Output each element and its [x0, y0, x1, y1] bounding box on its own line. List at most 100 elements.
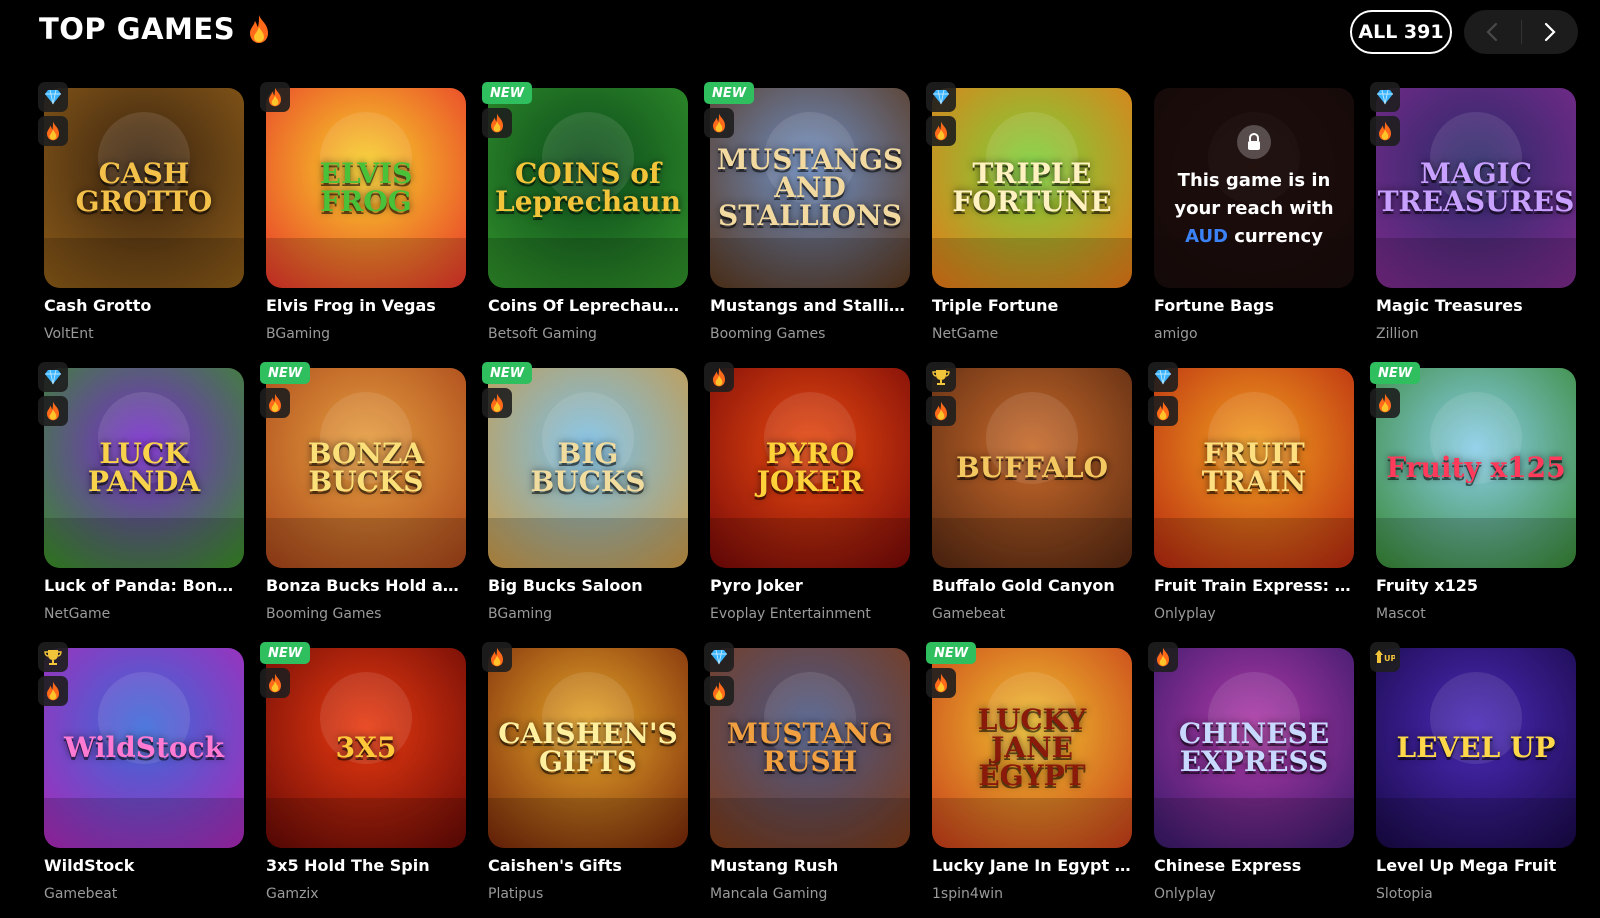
- game-card[interactable]: PYRO JOKER Pyro Joker Evoplay Entertainmen…: [704, 362, 910, 626]
- game-provider: Mancala Gaming: [710, 886, 828, 902]
- game-card[interactable]: TRIPLE FORTUNE Triple Fortune NetGame: [926, 82, 1132, 346]
- game-card[interactable]: BIG BUCKS NEW Big Bucks Saloon BGaming: [482, 362, 688, 626]
- game-card[interactable]: MUSTANGS AND STALLIONS NEW Mustangs and St…: [704, 82, 910, 346]
- chevron-right-icon: [1544, 22, 1556, 42]
- game-title[interactable]: WildStock: [44, 856, 244, 875]
- game-card[interactable]: LUCK PANDA Luck of Panda: Bonus... NetGame: [38, 362, 244, 626]
- all-games-button[interactable]: ALL 391: [1350, 10, 1452, 54]
- game-thumbnail[interactable]: PYRO JOKER: [710, 368, 910, 568]
- fire-icon: [1370, 116, 1400, 146]
- badge-stack: NEW: [260, 362, 311, 418]
- new-badge: NEW: [260, 642, 311, 664]
- game-title[interactable]: Level Up Mega Fruit: [1376, 856, 1576, 875]
- badge-stack: UP: [1370, 642, 1400, 672]
- game-card[interactable]: MAGIC TREASURES Magic Treasures Zillion: [1370, 82, 1576, 346]
- prev-button[interactable]: [1464, 10, 1521, 54]
- game-thumbnail[interactable]: This game is in your reach with AUD curren…: [1154, 88, 1354, 288]
- game-title[interactable]: Chinese Express: [1154, 856, 1354, 875]
- game-thumbnail[interactable]: LUCK PANDA: [44, 368, 244, 568]
- badge-stack: [38, 642, 68, 706]
- game-card[interactable]: LUCKY JANE EGYPT NEW Lucky Jane In Egypt F…: [926, 642, 1132, 906]
- locked-line-2: your reach with: [1174, 198, 1334, 220]
- game-thumbnail[interactable]: LEVEL UP: [1376, 648, 1576, 848]
- game-card[interactable]: COINS of Leprechaun NEW Coins Of Leprechau…: [482, 82, 688, 346]
- game-title[interactable]: Pyro Joker: [710, 576, 910, 595]
- game-card[interactable]: FRUIT TRAIN Fruit Train Express: H... Only…: [1148, 362, 1354, 626]
- game-logo-art: ELVIS FROG: [319, 157, 413, 218]
- game-provider: Betsoft Gaming: [488, 326, 597, 342]
- game-title[interactable]: Lucky Jane In Egypt F...: [932, 856, 1132, 875]
- game-card[interactable]: CAISHEN'S GIFTS Caishen's Gifts Platipus: [482, 642, 688, 906]
- game-thumbnail[interactable]: CAISHEN'S GIFTS: [488, 648, 688, 848]
- fire-icon: [704, 676, 734, 706]
- game-provider: Booming Games: [266, 606, 382, 622]
- game-logo-art: LEVEL UP: [1396, 731, 1556, 764]
- badge-stack: [38, 362, 68, 426]
- game-thumbnail[interactable]: FRUIT TRAIN: [1154, 368, 1354, 568]
- game-title[interactable]: Fruity x125: [1376, 576, 1576, 595]
- badge-stack: NEW: [482, 82, 533, 138]
- diamond-icon: [38, 362, 68, 392]
- game-thumbnail[interactable]: MUSTANG RUSH: [710, 648, 910, 848]
- badge-stack: [704, 642, 734, 706]
- game-card[interactable]: ELVIS FROG Elvis Frog in Vegas BGaming: [260, 82, 466, 346]
- game-title[interactable]: Triple Fortune: [932, 296, 1132, 315]
- fire-icon: [926, 396, 956, 426]
- game-title[interactable]: Magic Treasures: [1376, 296, 1576, 315]
- game-card[interactable]: BONZA BUCKS NEW Bonza Bucks Hold an... Boom…: [260, 362, 466, 626]
- diamond-icon: [38, 82, 68, 112]
- game-title[interactable]: Fruit Train Express: H...: [1154, 576, 1354, 595]
- game-title[interactable]: Bonza Bucks Hold an...: [266, 576, 466, 595]
- game-card[interactable]: Fruity x125 NEW Fruity x125 Mascot: [1370, 362, 1576, 626]
- game-title[interactable]: 3x5 Hold The Spin: [266, 856, 466, 875]
- badge-stack: [926, 362, 956, 426]
- game-provider: Onlyplay: [1154, 606, 1216, 622]
- game-card[interactable]: WildStock WildStock Gamebeat: [38, 642, 244, 906]
- game-card[interactable]: LEVEL UP UP Level Up Mega Fruit Slotopia: [1370, 642, 1576, 906]
- badge-stack: [482, 642, 512, 672]
- game-provider: Slotopia: [1376, 886, 1433, 902]
- fire-icon: [260, 388, 290, 418]
- game-title[interactable]: Elvis Frog in Vegas: [266, 296, 466, 315]
- game-title[interactable]: Luck of Panda: Bonus...: [44, 576, 244, 595]
- game-title[interactable]: Mustangs and Stallions: [710, 296, 910, 315]
- game-provider: Platipus: [488, 886, 544, 902]
- game-thumbnail[interactable]: CASH GROTTO: [44, 88, 244, 288]
- game-logo-art: BUFFALO: [955, 451, 1108, 484]
- diamond-icon: [704, 642, 734, 672]
- game-title[interactable]: Caishen's Gifts: [488, 856, 688, 875]
- game-thumbnail[interactable]: ELVIS FROG: [266, 88, 466, 288]
- fire-icon: [482, 642, 512, 672]
- game-thumbnail[interactable]: MAGIC TREASURES: [1376, 88, 1576, 288]
- game-card[interactable]: CHINESE EXPRESS Chinese Express Onlyplay: [1148, 642, 1354, 906]
- new-badge: NEW: [260, 362, 311, 384]
- badge-stack: [1148, 362, 1178, 426]
- game-title[interactable]: Fortune Bags: [1154, 296, 1354, 315]
- game-card[interactable]: This game is in your reach with AUD curren…: [1154, 88, 1354, 346]
- locked-line-1: This game is in: [1177, 170, 1331, 192]
- game-logo-art: PYRO JOKER: [756, 437, 864, 498]
- game-logo-art: CHINESE EXPRESS: [1178, 717, 1330, 778]
- next-button[interactable]: [1522, 10, 1579, 54]
- game-title[interactable]: Mustang Rush: [710, 856, 910, 875]
- game-title[interactable]: Big Bucks Saloon: [488, 576, 688, 595]
- levelup-icon: UP: [1370, 642, 1400, 672]
- fire-icon: [38, 116, 68, 146]
- game-provider: Onlyplay: [1154, 886, 1216, 902]
- badge-stack: [38, 82, 68, 146]
- game-title[interactable]: Buffalo Gold Canyon: [932, 576, 1132, 595]
- game-card[interactable]: CASH GROTTO Cash Grotto VoltEnt: [38, 82, 244, 346]
- game-card[interactable]: BUFFALO Buffalo Gold Canyon Gamebeat: [926, 362, 1132, 626]
- game-title[interactable]: Coins Of Leprechaun ...: [488, 296, 688, 315]
- game-provider: Gamebeat: [44, 886, 118, 902]
- badge-stack: NEW: [926, 642, 977, 698]
- fire-icon: [926, 116, 956, 146]
- game-title[interactable]: Cash Grotto: [44, 296, 244, 315]
- badge-stack: [260, 82, 290, 112]
- game-thumbnail[interactable]: TRIPLE FORTUNE: [932, 88, 1132, 288]
- game-card[interactable]: 3X5 NEW 3x5 Hold The Spin Gamzix: [260, 642, 466, 906]
- game-thumbnail[interactable]: WildStock: [44, 648, 244, 848]
- game-thumbnail[interactable]: CHINESE EXPRESS: [1154, 648, 1354, 848]
- game-thumbnail[interactable]: BUFFALO: [932, 368, 1132, 568]
- game-card[interactable]: MUSTANG RUSH Mustang Rush Mancala Gaming: [704, 642, 910, 906]
